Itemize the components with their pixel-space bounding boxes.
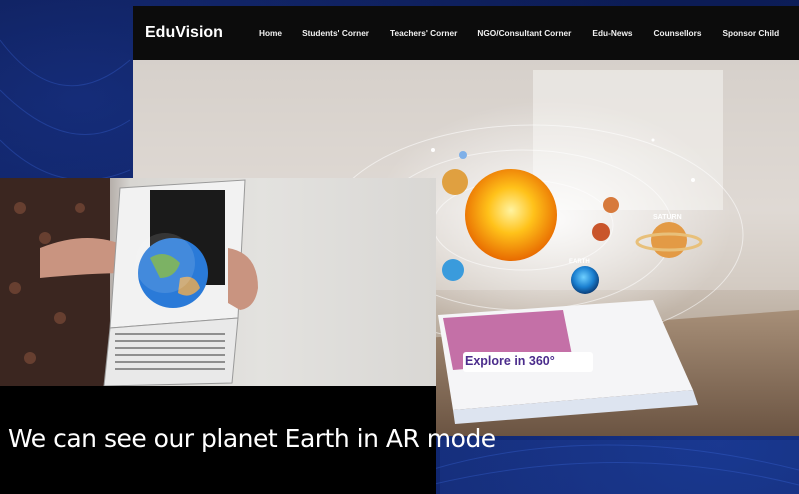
site-logo[interactable]: EduVision — [145, 24, 243, 42]
nav-menu: Home Students' Corner Teachers' Corner N… — [243, 28, 779, 38]
video-caption: We can see our planet Earth in AR mode — [8, 424, 496, 453]
nav-ngo-consultant-corner[interactable]: NGO/Consultant Corner — [477, 28, 571, 38]
planet-label-earth: EARTH — [569, 259, 590, 265]
nav-counsellors[interactable]: Counsellors — [654, 28, 702, 38]
nav-home[interactable]: Home — [259, 28, 282, 38]
video-overlay: We can see our planet Earth in AR mode — [0, 178, 496, 494]
planet-label-saturn: SATURN — [653, 214, 682, 221]
nav-teachers-corner[interactable]: Teachers' Corner — [390, 28, 457, 38]
nav-sponsor-child[interactable]: Sponsor Child — [722, 28, 779, 38]
video-frame — [0, 178, 436, 386]
navbar: EduVision Home Students' Corner Teachers… — [133, 6, 799, 60]
nav-edu-news[interactable]: Edu-News — [592, 28, 632, 38]
nav-students-corner[interactable]: Students' Corner — [302, 28, 369, 38]
book-caption: Explore in 360° — [465, 354, 555, 368]
video-scene — [0, 178, 258, 386]
